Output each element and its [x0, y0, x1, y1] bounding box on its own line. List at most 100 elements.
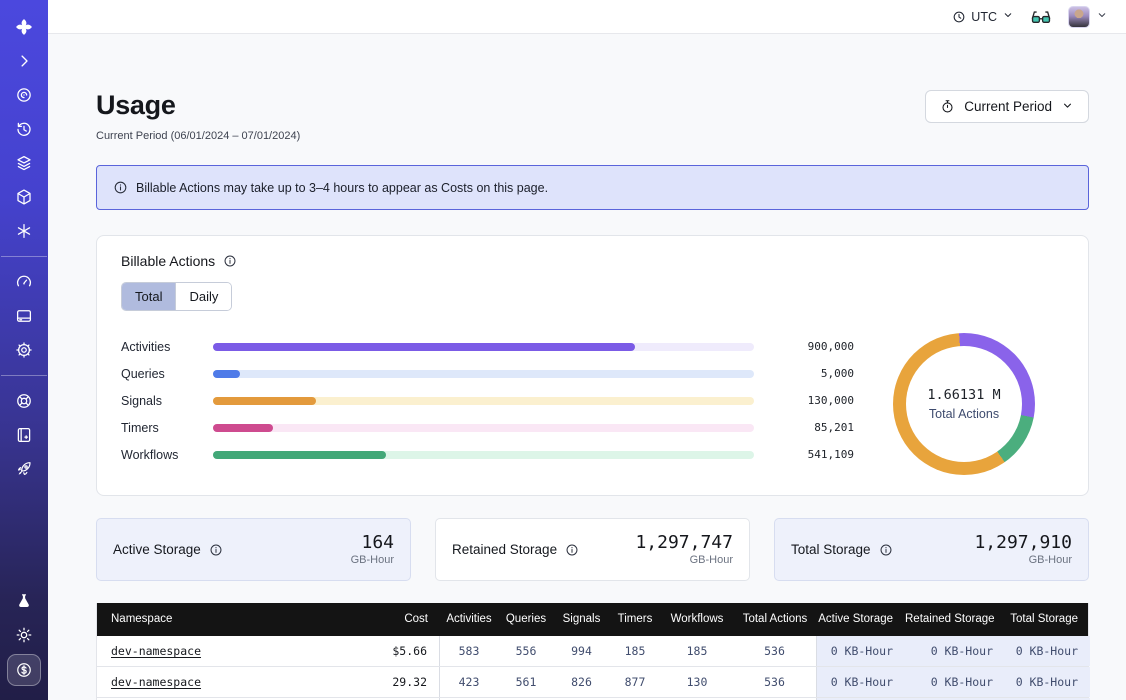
bar-track: [213, 424, 754, 432]
usage-bar-row: Queries 5,000: [121, 360, 854, 387]
stopwatch-icon: [940, 99, 955, 114]
namespace-link[interactable]: dev-namespace: [111, 644, 201, 658]
period-selector-button[interactable]: Current Period: [925, 90, 1089, 123]
sidebar: [0, 0, 48, 700]
table-cell: 423: [440, 667, 498, 697]
storage-card-unit: GB-Hour: [635, 554, 733, 566]
info-icon[interactable]: [209, 543, 223, 557]
sidebar-dollar-icon[interactable]: [7, 654, 41, 686]
billable-actions-title: Billable Actions: [121, 253, 1064, 269]
user-menu[interactable]: [1068, 6, 1108, 28]
tab-daily[interactable]: Daily: [175, 283, 231, 310]
sidebar-sun-icon[interactable]: [7, 620, 41, 650]
info-icon[interactable]: [879, 543, 893, 557]
table-cell: $5.66: [335, 636, 440, 666]
timezone-selector[interactable]: UTC: [952, 9, 1014, 24]
table-cell: 0 KB-Hour: [817, 667, 905, 697]
info-icon[interactable]: [565, 543, 579, 557]
chevron-down-icon: [1096, 8, 1108, 26]
clock-icon: [952, 10, 966, 24]
active-storage-card: Active Storage164GB-Hour: [96, 518, 411, 581]
column-header: Signals: [554, 603, 609, 636]
bar-track: [213, 397, 754, 405]
page-subtitle: Current Period (06/01/2024 – 07/01/2024): [96, 130, 300, 142]
glasses-icon[interactable]: [1030, 8, 1052, 26]
bar-category-label: Queries: [121, 367, 203, 381]
storage-card-unit: GB-Hour: [974, 554, 1072, 566]
billable-actions-card: Billable Actions Total Daily Activities 9…: [96, 235, 1089, 496]
bar-category-label: Signals: [121, 394, 203, 408]
main-area: UTC Usage Current Period (06/01/2024 – 0…: [48, 0, 1126, 700]
bar-track: [213, 451, 754, 459]
storage-card-value: 164: [351, 533, 394, 554]
chevron-down-icon: [1061, 99, 1074, 115]
sidebar-history-clock-icon[interactable]: [7, 114, 41, 144]
column-header: Total Actions: [733, 603, 817, 636]
sidebar-flask-icon[interactable]: [7, 586, 41, 616]
bar-fill: [213, 397, 316, 405]
period-selector-label: Current Period: [964, 99, 1052, 114]
column-header: Active Storage: [817, 603, 905, 636]
bar-category-label: Activities: [121, 340, 203, 354]
app-root: UTC Usage Current Period (06/01/2024 – 0…: [0, 0, 1126, 700]
table-row: dev-namespace29.324235618268771305360 KB…: [97, 667, 1088, 698]
sidebar-cube-icon[interactable]: [7, 182, 41, 212]
bar-value: 5,000: [764, 367, 854, 380]
column-header: Activities: [440, 603, 498, 636]
sidebar-divider: [1, 375, 47, 376]
avatar[interactable]: [1068, 6, 1090, 28]
usage-bar-row: Signals 130,000: [121, 387, 854, 414]
info-icon: [113, 180, 128, 195]
sidebar-book-icon[interactable]: [7, 420, 41, 450]
namespace-cell: dev-namespace: [97, 667, 335, 697]
total-actions-donut: 1.66131 M Total Actions: [864, 333, 1064, 475]
bar-fill: [213, 370, 240, 378]
table-cell: 877: [609, 667, 661, 697]
billable-bars-chart: Activities 900,000 Queries 5,000 Signals 130,…: [121, 333, 864, 475]
namespace-cell: dev-namespace: [97, 636, 335, 666]
storage-card-label: Retained Storage: [452, 542, 579, 557]
info-icon[interactable]: [223, 254, 237, 268]
retained-storage-card: Retained Storage 1,297,747GB-Hour: [435, 518, 750, 581]
bar-value: 85,201: [764, 421, 854, 434]
storage-summary-row: Active Storage164GB-HourRetained Storage…: [96, 518, 1089, 581]
donut-total-label: Total Actions: [929, 407, 999, 421]
table-cell: 994: [554, 636, 609, 666]
storage-card-label: Total Storage: [791, 542, 893, 557]
usage-bar-row: Timers85,201: [121, 414, 854, 441]
sidebar-gear-icon[interactable]: [7, 335, 41, 365]
sidebar-asterisk-icon[interactable]: [7, 216, 41, 246]
column-header: Retained Storage: [905, 603, 1005, 636]
column-header: Queries: [498, 603, 554, 636]
table-cell: 556: [498, 636, 554, 666]
timezone-label: UTC: [971, 10, 997, 24]
sidebar-rocket-icon[interactable]: [7, 454, 41, 484]
donut-total-value: 1.66131 M: [927, 387, 1000, 403]
table-cell: 0 KB-Hour: [817, 636, 905, 666]
bar-value: 900,000: [764, 340, 854, 353]
page-title: Usage: [96, 90, 300, 121]
table-cell: 29.32: [335, 667, 440, 697]
bar-value: 130,000: [764, 394, 854, 407]
chevron-down-icon: [1002, 9, 1014, 24]
table-cell: 561: [498, 667, 554, 697]
sidebar-layers-icon[interactable]: [7, 148, 41, 178]
tab-total[interactable]: Total: [122, 283, 175, 310]
table-cell: 185: [661, 636, 733, 666]
sidebar-spiral-icon[interactable]: [7, 80, 41, 110]
table-cell: 130: [661, 667, 733, 697]
column-header: Workflows: [661, 603, 733, 636]
bar-track: [213, 370, 754, 378]
namespace-link[interactable]: dev-namespace: [111, 675, 201, 689]
table-cell: 0 KB-Hour: [905, 667, 1005, 697]
sidebar-window-icon[interactable]: [7, 301, 41, 331]
table-cell: 826: [554, 667, 609, 697]
donut-ring: 1.66131 M Total Actions: [893, 333, 1035, 475]
sidebar-lifebuoy-icon[interactable]: [7, 386, 41, 416]
storage-card-label: Active Storage: [113, 542, 223, 557]
sidebar-expand-chevron-icon[interactable]: [7, 46, 41, 76]
total-storage-card: Total Storage1,297,910GB-Hour: [774, 518, 1089, 581]
storage-card-value: 1,297,747: [635, 533, 733, 554]
temporal-logo-icon[interactable]: [7, 12, 41, 42]
sidebar-gauge-icon[interactable]: [7, 267, 41, 297]
